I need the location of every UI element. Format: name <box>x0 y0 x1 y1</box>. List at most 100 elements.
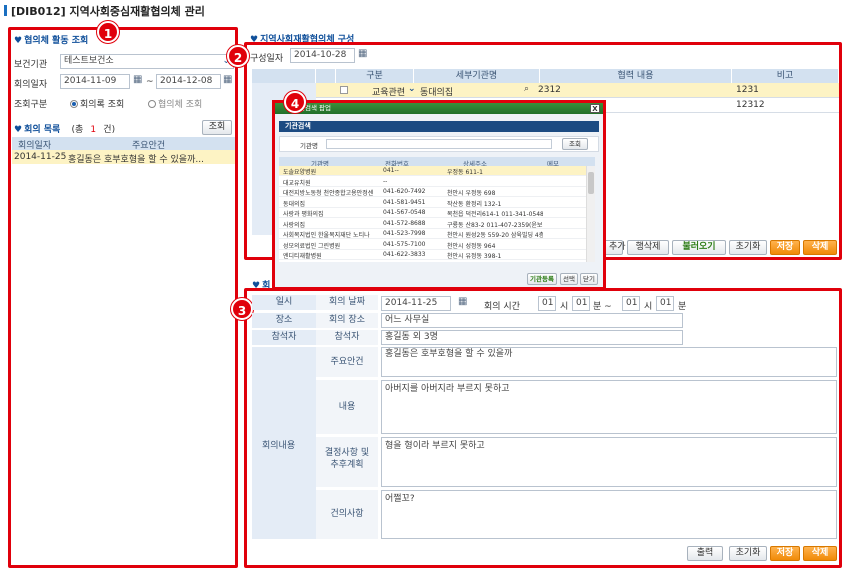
popup-search-label: 기관명 <box>300 142 318 150</box>
badge-3: 3 <box>231 298 253 320</box>
badge-4: 4 <box>284 91 306 113</box>
tel-cell: 041-622-3833 <box>383 251 426 258</box>
suggest-label: 건의사항 <box>316 490 378 539</box>
meeting-list-row[interactable]: 2014-11-25 홍길동은 호부호형을 할 수 있을까... <box>12 150 235 164</box>
popup-table-row[interactable]: 사회복지법인 한울복지재단 노티나 041-523-7998 천안시 원성2동 55… <box>279 229 586 239</box>
row-note[interactable]: 1231 <box>736 85 759 95</box>
decision-textarea[interactable]: 형을 형이라 부르지 못하고 <box>381 437 837 487</box>
count-prefix: (총 <box>71 125 84 135</box>
close-icon[interactable]: X <box>590 104 600 113</box>
popup-table-row[interactable]: 도솔요양병원 041-- 우정동 611-1 <box>279 166 586 176</box>
radio-council[interactable]: 협의체 조회 <box>148 97 202 110</box>
count-value: 1 <box>90 125 97 135</box>
start-minute-input[interactable]: 01 <box>572 296 590 311</box>
org-name-cell: 동대의집 <box>283 200 306 208</box>
council-delete-button[interactable]: 삭제 <box>803 240 837 255</box>
checkbox-icon[interactable] <box>340 86 348 94</box>
attendee-field-label: 참석자 <box>316 330 378 345</box>
date-tilde: ~ <box>146 77 154 87</box>
col-content: 협력 내용 <box>540 69 732 83</box>
calendar-icon[interactable]: ▦ <box>133 74 142 85</box>
date-label: 회의일자 <box>14 80 48 90</box>
end-hour-input[interactable]: 01 <box>622 296 640 311</box>
row-org[interactable]: 동대의집 <box>420 85 453 98</box>
meeting-date-input[interactable]: 2014-11-25 <box>381 296 451 311</box>
decision-label-text: 결정사항 및 추후계획 <box>324 448 370 470</box>
org-name-cell: 엔디티재활병원 <box>283 253 322 260</box>
select-button[interactable]: 선택 <box>560 273 578 285</box>
row-content[interactable]: 2312 <box>538 85 561 95</box>
council-row[interactable]: 교육관련 ⌄ 동대의집 ⌕ 2312 1231 <box>316 83 839 98</box>
date-to-input[interactable]: 2014-12-08 <box>156 74 221 89</box>
attendee-label: 참석자 <box>252 330 316 345</box>
council-table-header: 구분 세부기관명 협력 내용 비고 <box>252 69 839 83</box>
calendar-icon[interactable]: ▦ <box>458 296 467 307</box>
load-button[interactable]: 불러오기 <box>672 240 726 255</box>
print-button[interactable]: 출력 <box>687 546 723 561</box>
radio-meeting-log[interactable]: 회의록 조회 <box>70 97 124 110</box>
popup-table-row[interactable]: 사랑과 평화의집 041-567-0548 목천읍 덕전리614-1 011-341… <box>279 208 586 218</box>
popup-search-button[interactable]: 조회 <box>562 138 588 150</box>
popup-table-row[interactable]: 사랑의집 041-572-8688 구룡동 산83-2 011-407-2359(윤… <box>279 219 586 229</box>
meeting-save-button[interactable]: 저장 <box>770 546 800 561</box>
scrollbar-thumb[interactable] <box>588 172 594 194</box>
row-note[interactable]: 12312 <box>736 100 765 110</box>
calendar-icon[interactable]: ▦ <box>358 48 367 59</box>
scrollbar[interactable] <box>586 166 595 262</box>
body-textarea[interactable]: 아버지를 아버지라 부르지 못하고 <box>381 380 837 434</box>
suggest-textarea[interactable]: 어쩔꼬? <box>381 490 837 539</box>
tel-cell: -- <box>383 177 388 185</box>
add-row-button[interactable]: 추가 <box>603 240 626 255</box>
council-reset-button[interactable]: 초기화 <box>729 240 767 255</box>
meeting-delete-button[interactable]: 삭제 <box>803 546 837 561</box>
addr-cell: 천안시 성정동 964 <box>447 242 496 250</box>
popup-table-body: 도솔요양병원 041-- 우정동 611-1 대교유치원 -- 대전지방노동청 천안종합고… <box>279 166 595 262</box>
popup-table-row[interactable]: 대교유치원 -- <box>279 177 586 187</box>
end-minute-input[interactable]: 01 <box>656 296 674 311</box>
popup-close-button[interactable]: 닫기 <box>580 273 598 285</box>
meeting-list-title: ♥ 회의 목록 (총 1 건) <box>14 125 116 135</box>
council-date-input[interactable]: 2014-10-28 <box>290 48 355 63</box>
hour-unit: 시 <box>560 302 569 312</box>
popup-titlebar: 기관검색 팝업 <box>275 103 603 114</box>
tel-cell: 041-- <box>383 167 399 174</box>
meeting-reset-button[interactable]: 초기화 <box>729 546 767 561</box>
addr-cell: 목천읍 덕전리614-1 011-341-0548 <box>447 211 543 218</box>
popup-search-input[interactable] <box>326 139 552 149</box>
activity-search-title: ♥ 협의체 활동 조회 <box>14 36 89 46</box>
place-field-label: 회의 장소 <box>316 313 378 328</box>
delete-row-button[interactable]: 행삭제 <box>627 240 669 255</box>
popup-table-row[interactable]: 대전지방노동청 천안종합고용안정센 041-620-7492 천안시 우정동 698 <box>279 187 586 197</box>
start-hour-input[interactable]: 01 <box>538 296 556 311</box>
count-suffix: 건) <box>103 125 116 135</box>
badge-1: 1 <box>97 21 119 43</box>
row-date: 2014-11-25 <box>14 152 67 162</box>
radio-unselected-icon <box>148 100 156 108</box>
radio-meeting-label: 회의록 조회 <box>80 100 125 110</box>
radio-council-label: 협의체 조회 <box>158 100 203 110</box>
row-type[interactable]: 교육관련 <box>372 85 405 98</box>
date-from-input[interactable]: 2014-11-09 <box>60 74 130 89</box>
popup-table-row[interactable]: 엔디티재활병원 041-622-3833 천안시 유정동 398-1 <box>279 250 586 260</box>
addr-cell: 천안시 원성2동 559-20 삼육빌딩 4층 <box>447 232 543 239</box>
council-date-label: 구성일자 <box>250 54 284 64</box>
org-name-cell: 사랑의집 <box>283 221 306 229</box>
org-name-cell: 사회복지법인 한울복지재단 노티나 <box>283 232 370 239</box>
agenda-textarea[interactable]: 홍길동은 호부호형을 할 수 있을까 <box>381 347 837 377</box>
attendee-input[interactable]: 홍길동 외 3명 <box>381 330 683 345</box>
popup-table-row[interactable]: 동대의집 041-581-9451 작산동 환정리 132-1 <box>279 198 586 208</box>
left-search-button[interactable]: 조회 <box>202 120 232 135</box>
health-center-select[interactable]: 테스트보건소 ⌄ <box>60 54 234 69</box>
chevron-down-icon[interactable]: ⌄ <box>408 84 416 94</box>
place-input[interactable]: 어느 사무실 <box>381 313 683 328</box>
popup-tab: 기관검색 <box>279 121 599 132</box>
register-org-button[interactable]: 기관등록 <box>527 273 557 285</box>
search-icon[interactable]: ⌕ <box>524 84 529 94</box>
addr-cell: 천안시 유정동 398-1 <box>447 253 502 260</box>
tel-cell: 041-567-0548 <box>383 209 426 216</box>
calendar-icon[interactable]: ▦ <box>223 74 232 85</box>
org-search-popup: 기관검색 팝업 X 기관검색 기관명 조회 기관명 전화번호 상세주소 메모 도… <box>272 100 606 290</box>
tel-cell: 041-620-7492 <box>383 188 426 195</box>
popup-table-row[interactable]: 성모의료법인 그린병원 041-575-7100 천안시 성정동 964 <box>279 240 586 250</box>
council-save-button[interactable]: 저장 <box>770 240 800 255</box>
